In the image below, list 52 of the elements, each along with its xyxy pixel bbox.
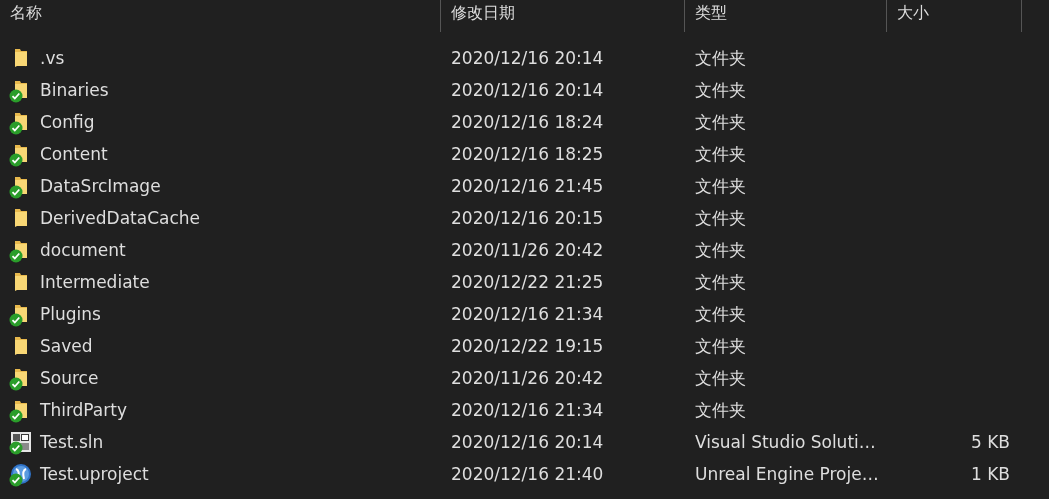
file-name[interactable]: Test.sln	[40, 432, 104, 452]
file-name[interactable]: Intermediate	[40, 272, 150, 292]
file-type: 文件夹	[695, 302, 746, 326]
modified-date: 2020/11/26 20:42	[451, 368, 604, 388]
file-type: 文件夹	[695, 270, 746, 294]
file-type: Visual Studio Soluti…	[695, 432, 876, 452]
file-name[interactable]: Content	[40, 144, 108, 164]
file-type: 文件夹	[695, 46, 746, 70]
file-type: 文件夹	[695, 142, 746, 166]
modified-date: 2020/12/16 20:14	[451, 48, 604, 68]
file-name[interactable]: Test.uproject	[40, 464, 149, 484]
file-type: Unreal Engine Proje…	[695, 464, 879, 484]
column-header[interactable]: 类型	[695, 3, 727, 24]
file-type: 文件夹	[695, 174, 746, 198]
modified-date: 2020/12/16 21:45	[451, 176, 604, 196]
column-header[interactable]: 修改日期	[451, 3, 515, 24]
modified-date: 2020/12/16 20:14	[451, 80, 604, 100]
file-name[interactable]: Config	[40, 112, 95, 132]
file-type: 文件夹	[695, 238, 746, 262]
folder-icon	[13, 48, 29, 68]
modified-date: 2020/11/26 20:42	[451, 240, 604, 260]
file-type: 文件夹	[695, 366, 746, 390]
file-type: 文件夹	[695, 334, 746, 358]
file-type: 文件夹	[695, 78, 746, 102]
modified-date: 2020/12/16 18:24	[451, 112, 604, 132]
modified-date: 2020/12/16 21:40	[451, 464, 604, 484]
file-name[interactable]: .vs	[40, 48, 65, 68]
file-name[interactable]: Plugins	[40, 304, 101, 324]
file-name[interactable]: DerivedDataCache	[40, 208, 201, 228]
file-type: 文件夹	[695, 110, 746, 134]
file-name[interactable]: document	[40, 240, 126, 260]
file-type: 文件夹	[695, 206, 746, 230]
modified-date: 2020/12/16 21:34	[451, 304, 604, 324]
folder-icon	[13, 272, 29, 292]
modified-date: 2020/12/16 20:14	[451, 432, 604, 452]
column-header[interactable]: 名称	[10, 3, 42, 24]
modified-date: 2020/12/16 18:25	[451, 144, 604, 164]
folder-icon	[13, 336, 29, 356]
file-name[interactable]: DataSrcImage	[40, 176, 161, 196]
column-header[interactable]: 大小	[897, 3, 929, 24]
file-type: 文件夹	[695, 398, 746, 422]
modified-date: 2020/12/16 21:34	[451, 400, 604, 420]
modified-date: 2020/12/22 21:25	[451, 272, 604, 292]
modified-date: 2020/12/16 20:15	[451, 208, 604, 228]
file-name[interactable]: Saved	[40, 336, 93, 356]
file-size: 1 KB	[970, 464, 1010, 484]
file-size: 5 KB	[970, 432, 1010, 452]
modified-date: 2020/12/22 19:15	[451, 336, 604, 356]
file-name[interactable]: Binaries	[40, 80, 109, 100]
file-name[interactable]: ThirdParty	[40, 400, 127, 420]
folder-icon	[13, 208, 29, 228]
file-name[interactable]: Source	[40, 368, 99, 388]
